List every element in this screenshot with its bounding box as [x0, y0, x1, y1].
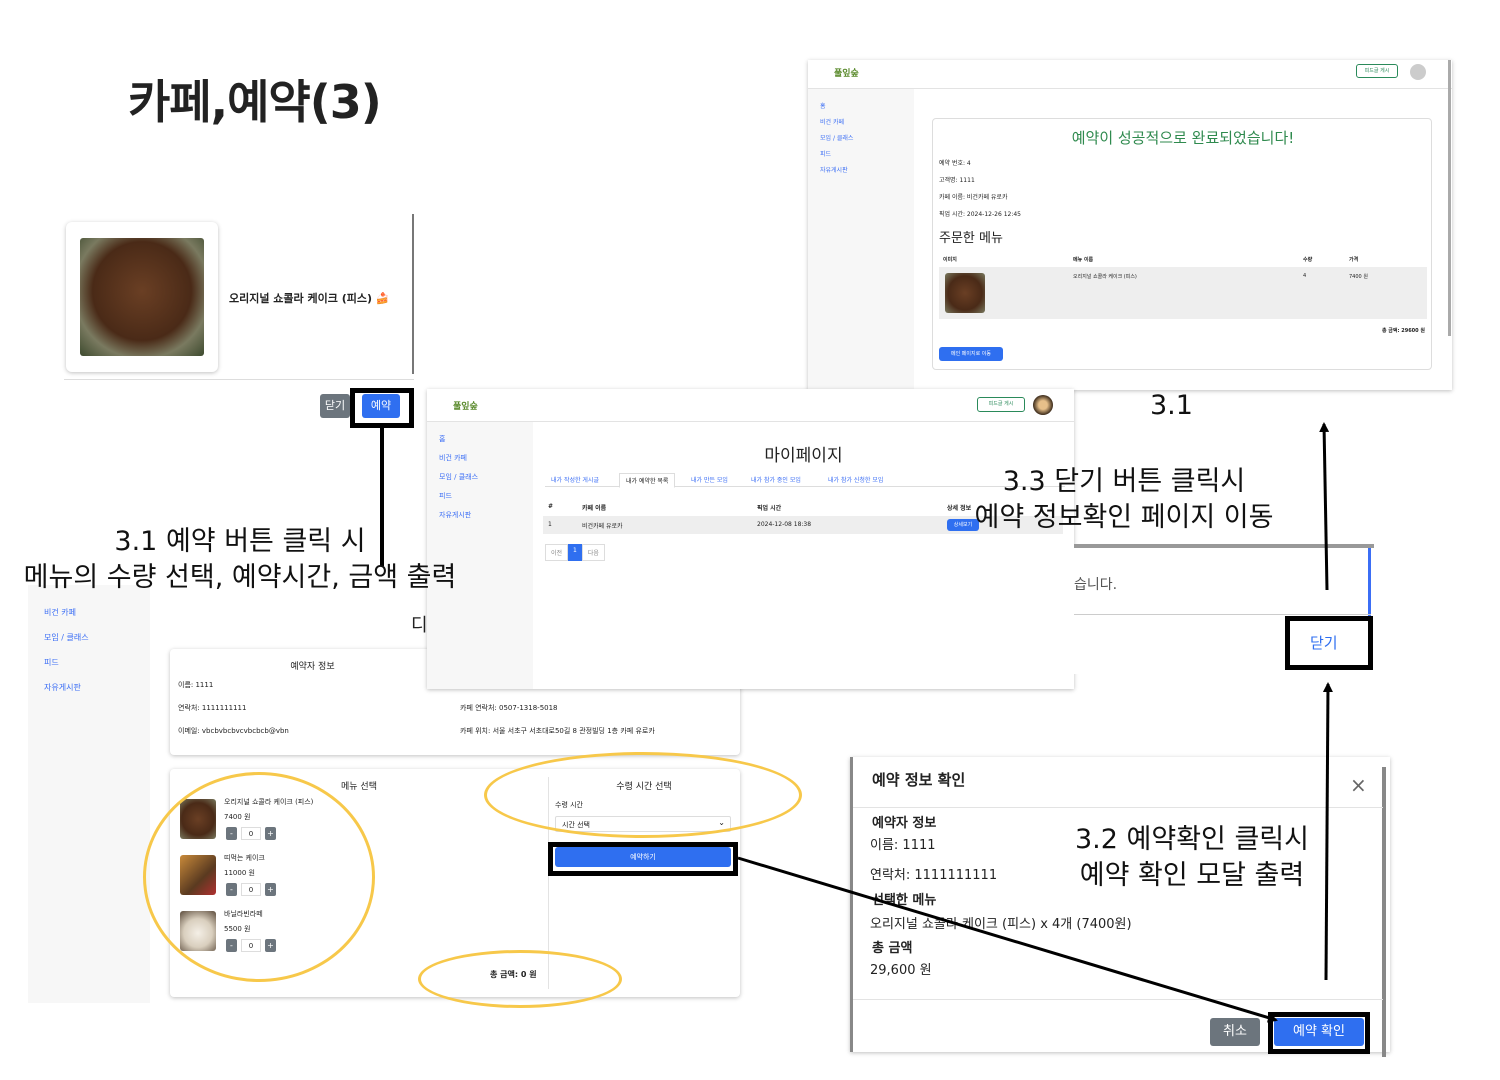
- annotation-3-2-line1: 3.2 예약확인 클릭시: [1075, 824, 1309, 855]
- annotation-3-3: 3.3 닫기 버튼 클릭시 예약 정보확인 페이지 이동: [962, 464, 1286, 535]
- annotation-3-3-line1: 3.3 닫기 버튼 클릭시: [1002, 466, 1246, 497]
- annotation-3-1: 3.1 예약 버튼 클릭 시 메뉴의 수량 선택, 예약시간, 금액 출력: [0, 524, 480, 595]
- highlight-oval-pickup-time: [484, 752, 802, 838]
- highlight-oval-total: [418, 950, 622, 1008]
- annotation-3-2: 3.2 예약확인 클릭시 예약 확인 모달 출력: [1060, 822, 1324, 893]
- arrow-to-reservation-complete: [1319, 422, 1330, 591]
- annotation-3-2-line2: 예약 확인 모달 출력: [1079, 859, 1305, 891]
- highlight-oval-menu: [143, 772, 375, 982]
- arrow-to-close-button: [1322, 682, 1333, 981]
- annotation-3-1-line2: 메뉴의 수량 선택, 예약시간, 금액 출력: [23, 561, 457, 593]
- annotation-3-1-line1: 3.1 예약 버튼 클릭 시: [114, 526, 366, 557]
- annotation-3-3-line2: 예약 정보확인 페이지 이동: [974, 501, 1274, 533]
